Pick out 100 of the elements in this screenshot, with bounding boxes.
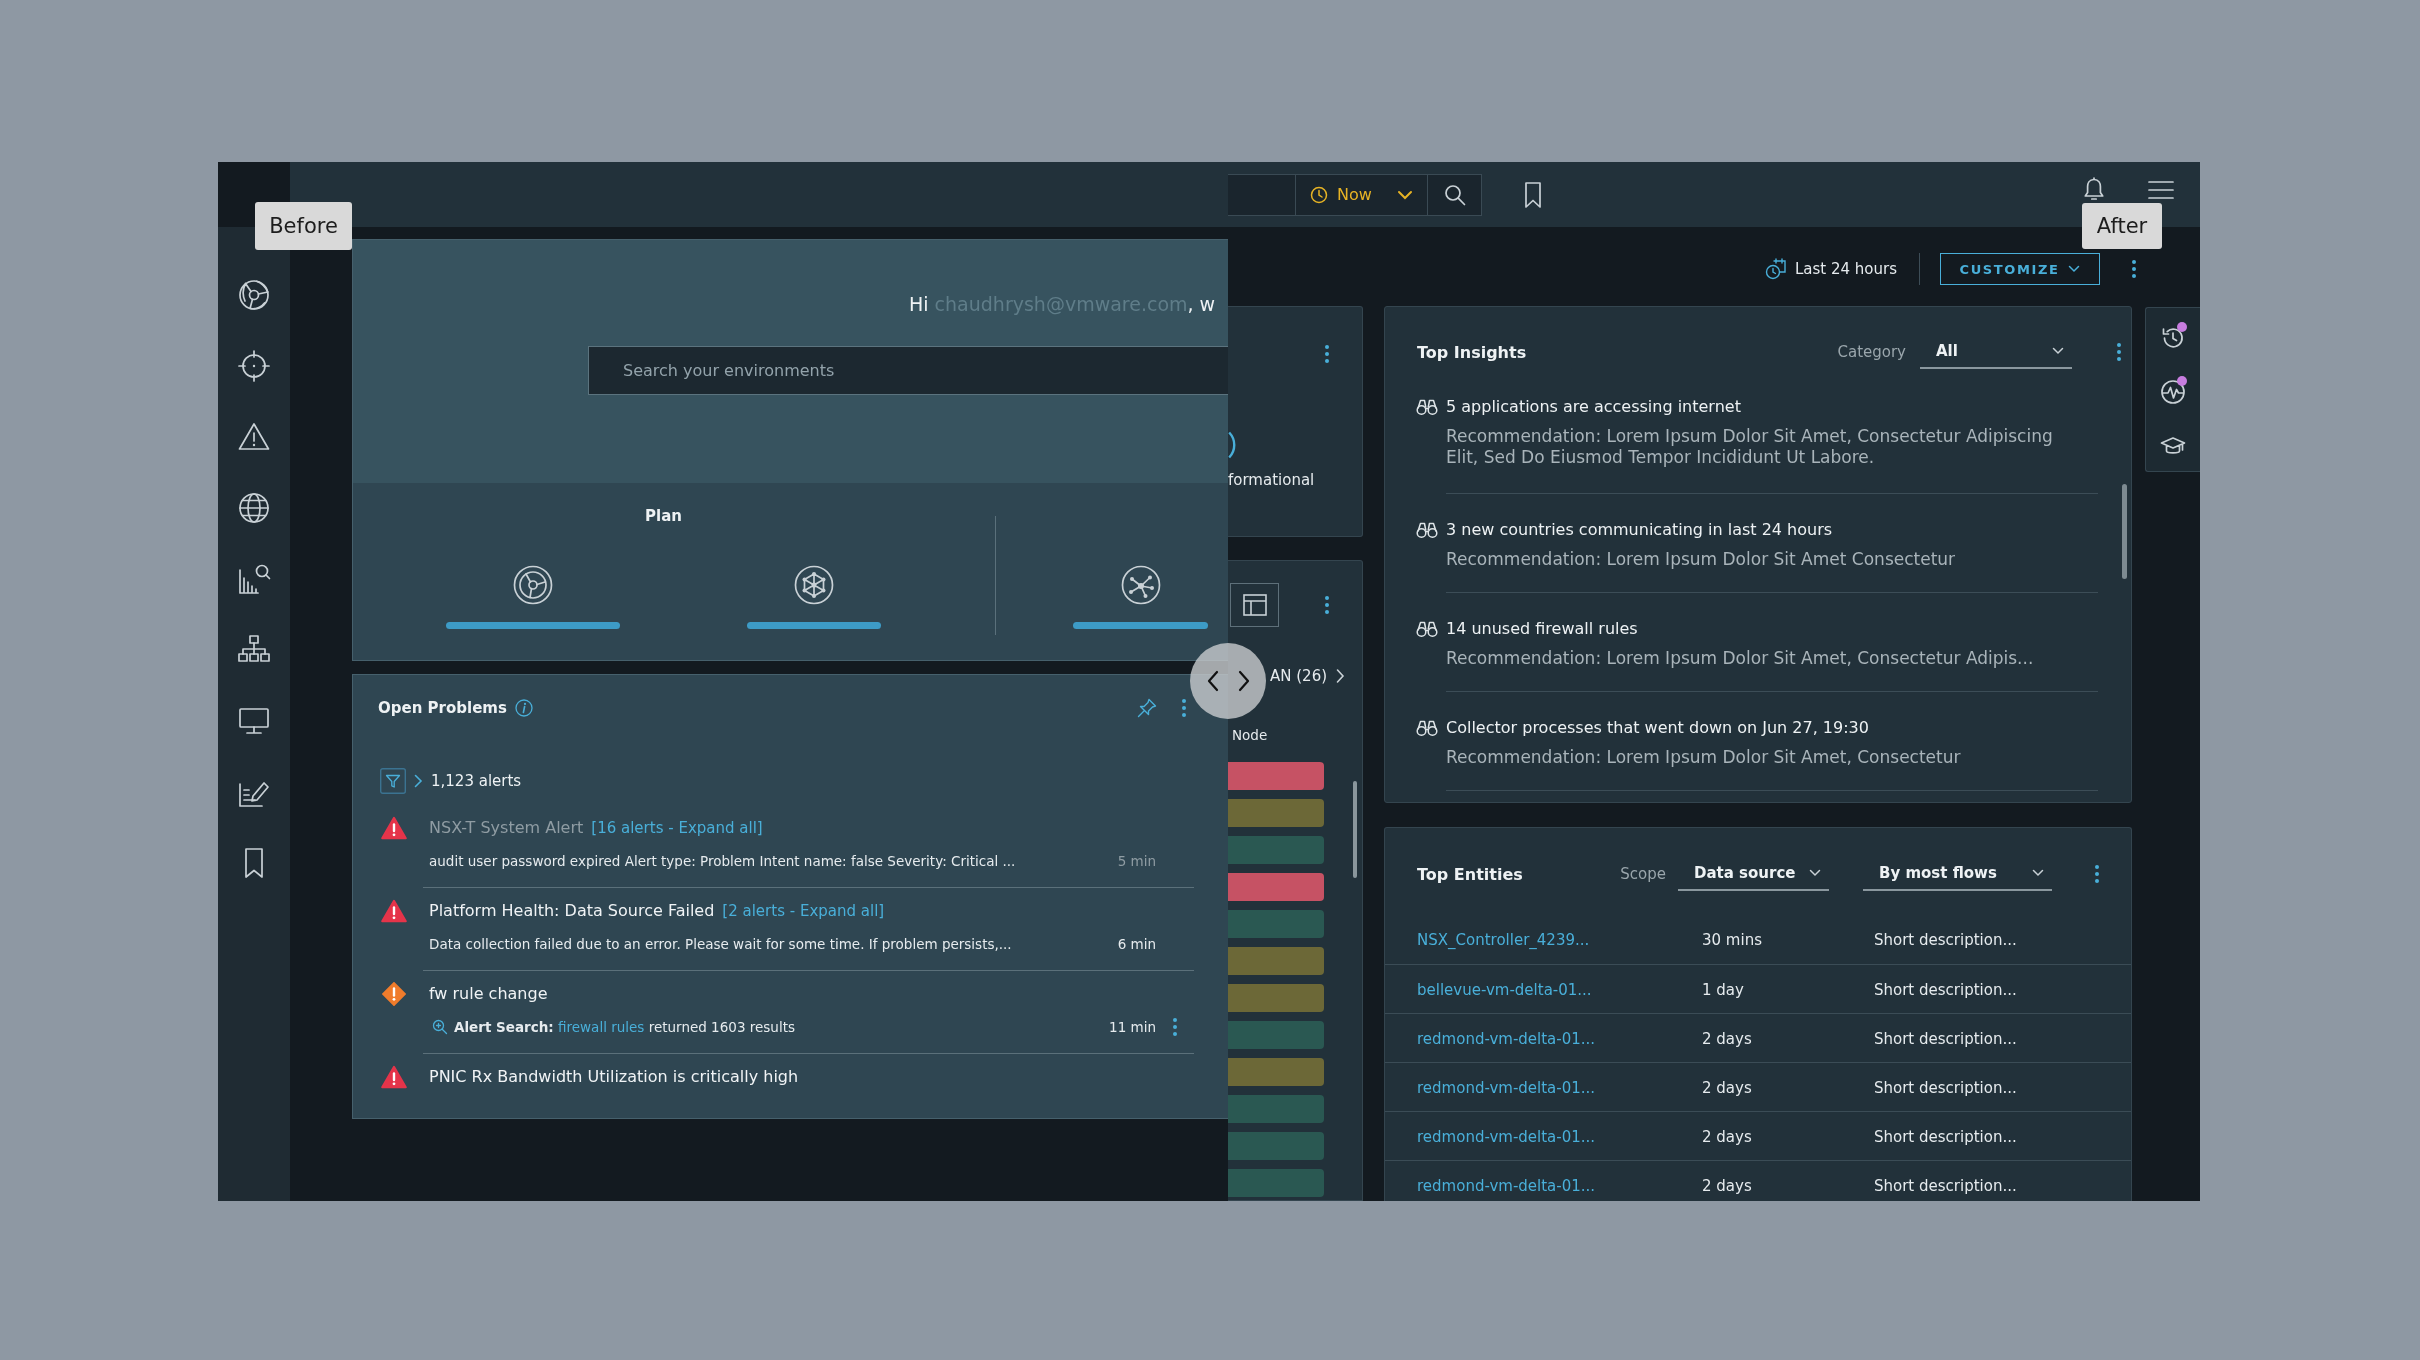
- table-cell: Short description...: [1874, 1078, 2017, 1097]
- aperture-icon[interactable]: [513, 565, 553, 605]
- kebab-menu-icon[interactable]: [1324, 595, 1330, 615]
- alert-description: audit user password expired Alert type: Problem Intent name: false Severity: Critical ...: [429, 852, 1017, 871]
- critical-alert-icon: [381, 899, 407, 923]
- search-field[interactable]: Search your environments: [588, 346, 1228, 395]
- chevron-down-icon: [2032, 869, 2044, 877]
- warning-alert-icon: [381, 982, 407, 1006]
- search-button[interactable]: [1428, 173, 1482, 216]
- entity-link[interactable]: NSX_Controller_4239...: [1417, 931, 1590, 949]
- binoculars-icon: [1416, 521, 1438, 539]
- chevron-right-icon: [1237, 670, 1250, 692]
- section-title: Plan: [645, 506, 682, 526]
- group-title[interactable]: AN (26): [1270, 667, 1328, 685]
- pin-icon[interactable]: [1137, 698, 1157, 718]
- binoculars-icon: [1416, 620, 1438, 638]
- search-icon: [432, 1019, 448, 1035]
- arc-icon: [1228, 431, 1236, 459]
- table-cell: 2 days: [1702, 1029, 1752, 1048]
- table-cell: Short description...: [1874, 1127, 2017, 1146]
- alert-title[interactable]: PNIC Rx Bandwidth Utilization is critically high: [429, 1065, 799, 1089]
- scrollbar[interactable]: [2122, 484, 2127, 579]
- insight-title[interactable]: 5 applications are accessing internet: [1446, 396, 2098, 418]
- table-cell: Short description...: [1874, 980, 2017, 999]
- card-title: Top Entities: [1417, 864, 1523, 884]
- alert-time: 6 min: [1117, 935, 1156, 954]
- insight-recommendation: Recommendation: Lorem Ipsum Dolor Sit Amet, Consectetur Adipiscing Elit, Sed Do Eiusmod Tempor Incididunt Ut Labore.: [1446, 426, 2054, 468]
- aperture-icon[interactable]: [237, 278, 271, 312]
- insight-title[interactable]: 3 new countries communicating in last 24 hours: [1446, 519, 2098, 541]
- before-label: Before: [255, 202, 352, 250]
- alert-title[interactable]: Platform Health: Data Source Failed: [429, 899, 715, 923]
- target-icon[interactable]: [237, 349, 271, 383]
- kebab-menu-icon[interactable]: [2094, 864, 2100, 884]
- chevron-right-icon[interactable]: [413, 774, 423, 788]
- alert-count: 1,123 alerts: [431, 772, 522, 790]
- category-label: Category: [1837, 343, 1906, 361]
- scrollbar[interactable]: [1353, 781, 1357, 878]
- chevron-left-icon: [1206, 670, 1219, 692]
- search-icon: [1443, 183, 1466, 206]
- column-header: Node: [1231, 726, 1269, 745]
- entity-link[interactable]: redmond-vm-delta-01...: [1417, 1078, 1596, 1097]
- expand-all-link[interactable]: [16 alerts - Expand all]: [591, 816, 763, 840]
- search-query-link[interactable]: firewall rules: [558, 1019, 645, 1035]
- table-cell: Short description...: [1874, 931, 2017, 949]
- table-view-button[interactable]: [1230, 583, 1279, 627]
- activity-icon[interactable]: [2160, 379, 2186, 405]
- category-dropdown[interactable]: All: [1920, 335, 2072, 369]
- binoculars-icon: [1416, 398, 1438, 416]
- insight-title[interactable]: Collector processes that went down on Jun 27, 19:30: [1446, 717, 2098, 739]
- scope-label: Scope: [1620, 865, 1666, 883]
- clock-icon: [1310, 185, 1328, 204]
- scope-dropdown[interactable]: Data source: [1678, 857, 1829, 891]
- entity-link[interactable]: redmond-vm-delta-01...: [1417, 1176, 1596, 1195]
- insight-recommendation: Recommendation: Lorem Ipsum Dolor Sit Amet, Consectetur: [1446, 747, 1962, 768]
- alert-time: 5 min: [1117, 852, 1156, 871]
- time-picker[interactable]: Now: [1296, 173, 1428, 216]
- expand-all-link[interactable]: [2 alerts - Expand all]: [722, 899, 885, 923]
- sort-dropdown[interactable]: By most flows: [1863, 857, 2052, 891]
- globe-icon[interactable]: [237, 491, 271, 525]
- kebab-menu-icon[interactable]: [2116, 342, 2122, 362]
- time-range-label[interactable]: Last 24 hours: [1794, 260, 1897, 278]
- kebab-menu-icon[interactable]: [1172, 1017, 1178, 1037]
- kebab-menu-icon[interactable]: [2131, 259, 2137, 279]
- table-cell: Short description...: [1874, 1029, 2017, 1048]
- kebab-menu-icon[interactable]: [1181, 698, 1187, 718]
- card-title: Top Insights: [1417, 342, 1527, 362]
- card-title: Open Problems: [378, 699, 507, 717]
- network-icon[interactable]: [794, 565, 834, 605]
- binoculars-icon: [1416, 719, 1438, 737]
- legend-label: formational: [1228, 470, 1316, 491]
- kebab-menu-icon[interactable]: [1324, 344, 1330, 364]
- info-icon[interactable]: [514, 699, 533, 717]
- chevron-down-icon: [1397, 189, 1413, 200]
- bookmark-icon[interactable]: [1523, 180, 1543, 209]
- history-icon[interactable]: [2160, 325, 2186, 351]
- insight-title[interactable]: 14 unused firewall rules: [1446, 618, 2098, 640]
- table-cell: 2 days: [1702, 1078, 1752, 1097]
- hub-icon[interactable]: [1120, 565, 1161, 605]
- input-field[interactable]: [1228, 173, 1296, 216]
- alert-search-text: Alert Search: firewall rules returned 1603 results: [454, 1018, 796, 1037]
- entity-link[interactable]: redmond-vm-delta-01...: [1417, 1127, 1596, 1146]
- chart-search-icon[interactable]: [237, 562, 271, 596]
- customize-button[interactable]: CUSTOMIZE: [1940, 253, 2100, 285]
- table-icon: [1242, 594, 1267, 616]
- entity-link[interactable]: redmond-vm-delta-01...: [1417, 1029, 1596, 1048]
- bell-icon[interactable]: [2083, 177, 2105, 201]
- table-cell: 2 days: [1702, 1127, 1752, 1146]
- chevron-right-icon[interactable]: [1335, 668, 1346, 684]
- entity-link[interactable]: bellevue-vm-delta-01...: [1417, 980, 1592, 999]
- alert-title[interactable]: NSX-T System Alert: [429, 816, 584, 840]
- critical-alert-icon: [381, 1065, 407, 1089]
- alert-title[interactable]: fw rule change: [429, 982, 548, 1006]
- alert-description: Data collection failed due to an error. Please wait for some time. If problem persists,...: [429, 935, 1013, 954]
- chevron-down-icon: [2068, 265, 2081, 273]
- calendar-clock-icon: [1764, 258, 1787, 280]
- filter-icon[interactable]: [380, 768, 406, 794]
- chevron-down-icon: [2052, 347, 2064, 355]
- alert-time: 11 min: [1109, 1018, 1156, 1037]
- critical-alert-icon: [381, 816, 407, 840]
- menu-icon[interactable]: [2148, 180, 2174, 200]
